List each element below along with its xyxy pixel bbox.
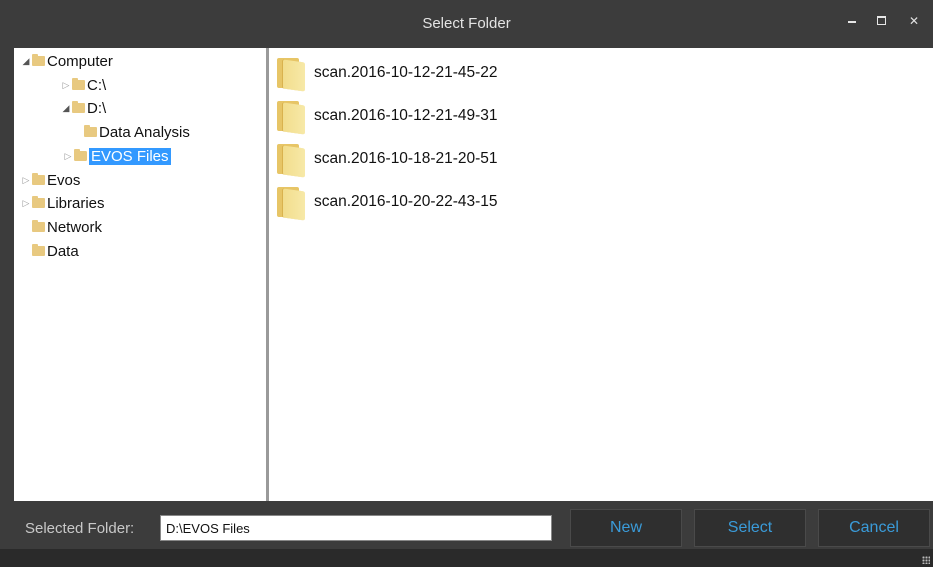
folder-name: scan.2016-10-18-21-20-51 bbox=[314, 150, 498, 167]
folder-icon bbox=[275, 56, 305, 92]
selected-folder-label: Selected Folder: bbox=[25, 520, 135, 537]
list-item[interactable]: scan.2016-10-12-21-49-31 bbox=[275, 96, 498, 136]
tree-node-label: Network bbox=[47, 218, 103, 236]
tree-node-data-analysis[interactable]: Data Analysis bbox=[84, 121, 190, 143]
folder-icon bbox=[275, 185, 305, 221]
folder-icon bbox=[32, 54, 45, 66]
select-folder-dialog: Select Folder ✕ ◢ Computer ▷ C:\ ◢ D:\ D… bbox=[0, 0, 933, 567]
folder-name: scan.2016-10-20-22-43-15 bbox=[314, 193, 498, 210]
folder-icon bbox=[32, 220, 45, 232]
tree-node-c-drive[interactable]: ▷ C:\ bbox=[60, 74, 107, 96]
tree-node-label: Evos bbox=[47, 171, 81, 189]
tree-node-network[interactable]: Network bbox=[32, 216, 102, 238]
tree-node-data[interactable]: Data bbox=[32, 240, 79, 262]
list-item[interactable]: scan.2016-10-20-22-43-15 bbox=[275, 182, 498, 222]
tree-node-libraries[interactable]: ▷ Libraries bbox=[20, 192, 105, 214]
folder-icon bbox=[275, 99, 305, 135]
folder-icon bbox=[72, 78, 85, 90]
close-icon: ✕ bbox=[908, 14, 920, 28]
selected-folder-input[interactable] bbox=[160, 515, 552, 541]
collapsed-arrow-icon[interactable]: ▷ bbox=[20, 198, 32, 209]
window-title: Select Folder bbox=[422, 15, 511, 32]
minimize-icon bbox=[848, 21, 856, 23]
maximize-button[interactable] bbox=[869, 10, 893, 32]
tree-node-evos-files[interactable]: ▷ EVOS Files bbox=[62, 145, 171, 167]
tree-node-label: D:\ bbox=[87, 99, 107, 117]
folder-icon bbox=[72, 101, 85, 113]
status-strip bbox=[0, 549, 933, 567]
tree-node-computer[interactable]: ◢ Computer bbox=[20, 50, 113, 72]
tree-node-label: Data Analysis bbox=[99, 123, 190, 141]
cancel-button[interactable]: Cancel bbox=[818, 509, 930, 547]
expanded-arrow-icon[interactable]: ◢ bbox=[20, 56, 32, 67]
collapsed-arrow-icon[interactable]: ▷ bbox=[62, 151, 74, 162]
folder-icon bbox=[73, 149, 88, 162]
tree-node-label: EVOS Files bbox=[89, 147, 171, 165]
collapsed-arrow-icon[interactable]: ▷ bbox=[20, 175, 32, 186]
tree-node-label: Libraries bbox=[47, 194, 105, 212]
folder-icon bbox=[275, 142, 305, 178]
folder-name: scan.2016-10-12-21-45-22 bbox=[314, 64, 498, 81]
tree-node-d-drive[interactable]: ◢ D:\ bbox=[60, 97, 107, 119]
folder-icon bbox=[32, 196, 45, 208]
folder-contents-list[interactable]: scan.2016-10-12-21-45-22 scan.2016-10-12… bbox=[269, 48, 933, 501]
tree-node-label: Computer bbox=[47, 52, 113, 70]
folder-icon bbox=[84, 125, 97, 137]
folder-icon bbox=[32, 244, 45, 256]
minimize-button[interactable] bbox=[840, 10, 864, 32]
collapsed-arrow-icon[interactable]: ▷ bbox=[60, 80, 72, 91]
folder-tree[interactable]: ◢ Computer ▷ C:\ ◢ D:\ Data Analysis ▷ E… bbox=[14, 48, 266, 501]
dialog-content: ◢ Computer ▷ C:\ ◢ D:\ Data Analysis ▷ E… bbox=[14, 48, 933, 501]
tree-node-label: C:\ bbox=[87, 76, 107, 94]
new-folder-button[interactable]: New bbox=[570, 509, 682, 547]
tree-node-evos[interactable]: ▷ Evos bbox=[20, 169, 81, 191]
resize-grip-icon[interactable] bbox=[922, 556, 930, 564]
list-item[interactable]: scan.2016-10-18-21-20-51 bbox=[275, 139, 498, 179]
maximize-icon bbox=[877, 16, 886, 25]
folder-icon bbox=[32, 173, 45, 185]
folder-name: scan.2016-10-12-21-49-31 bbox=[314, 107, 498, 124]
tree-node-label: Data bbox=[47, 242, 79, 260]
expanded-arrow-icon[interactable]: ◢ bbox=[60, 103, 72, 114]
select-button[interactable]: Select bbox=[694, 509, 806, 547]
close-button[interactable]: ✕ bbox=[902, 10, 926, 32]
list-item[interactable]: scan.2016-10-12-21-45-22 bbox=[275, 53, 498, 93]
title-bar[interactable]: Select Folder ✕ bbox=[0, 0, 933, 48]
